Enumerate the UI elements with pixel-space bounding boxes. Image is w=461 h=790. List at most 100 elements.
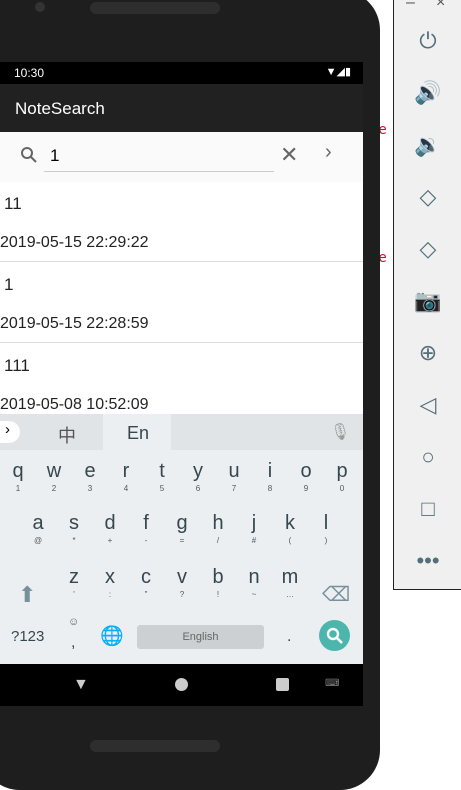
key-label: x [105, 566, 115, 588]
volume-up-icon[interactable]: 🔊 [414, 79, 442, 107]
search-bar: ✕ › [0, 132, 363, 182]
key-label: z [69, 566, 79, 588]
key-label: u [228, 460, 240, 482]
key-x[interactable]: x: [95, 566, 125, 599]
navigation-bar: ▼ ⌨ [0, 664, 363, 706]
key-label: m [281, 566, 299, 588]
home-icon[interactable]: ○ [414, 443, 442, 471]
speaker [90, 2, 220, 14]
key-o[interactable]: o9 [291, 460, 321, 493]
overview-icon[interactable] [276, 678, 289, 691]
comma-key[interactable]: , [71, 634, 75, 652]
key-hint: 1 [15, 484, 21, 493]
key-label: b [212, 566, 224, 588]
emulator-panel: – × ⏻ 🔊 🔉 ◇ ◇ 📷 ⊕ ◁ ○ □ ••• [393, 0, 461, 590]
shift-icon[interactable]: ⬆ [18, 582, 36, 608]
note-title: 111 [4, 356, 30, 375]
volume-down-icon[interactable]: 🔉 [414, 131, 442, 159]
key-label: j [251, 512, 257, 534]
key-label: t [159, 460, 165, 482]
key-a[interactable]: a @ [23, 512, 53, 545]
key-g[interactable]: g = [167, 512, 197, 545]
key-n[interactable]: n ~ [239, 566, 269, 599]
list-item[interactable]: 111 2019-05-08 10:52:09 [0, 344, 363, 424]
more-icon[interactable]: ••• [414, 547, 442, 575]
keyboard-hide-icon[interactable]: ⌨ [325, 678, 339, 689]
key-label: l [323, 512, 329, 534]
symbols-key[interactable]: ?123 [11, 628, 44, 645]
key-hint: 2 [51, 484, 57, 493]
back-icon[interactable]: ◁ [414, 391, 442, 419]
key-p[interactable]: p0 [327, 460, 357, 493]
key-i[interactable]: i8 [255, 460, 285, 493]
key-j[interactable]: j # [239, 512, 269, 545]
key-u[interactable]: u7 [219, 460, 249, 493]
globe-icon[interactable]: 🌐 [100, 624, 124, 648]
close-button[interactable]: × [436, 0, 445, 12]
key-label: v [177, 566, 187, 588]
suggestion-strip: › 中 En 🎙 [0, 414, 363, 450]
home-icon[interactable] [175, 678, 188, 691]
list-item[interactable]: 1 2019-05-15 22:28:59 [0, 263, 363, 343]
key-w[interactable]: w2 [39, 460, 69, 493]
overview-icon[interactable]: □ [414, 495, 442, 523]
key-m[interactable]: m… [275, 566, 305, 599]
key-t[interactable]: t5 [147, 460, 177, 493]
search-input[interactable] [44, 140, 274, 172]
key-v[interactable]: v? [167, 566, 197, 599]
key-e[interactable]: e3 [75, 460, 105, 493]
key-z[interactable]: z ' [59, 566, 89, 599]
keyboard: › 中 En 🎙 ⬆ ⌫ ?123 ☺ , 🌐 English . q1w2e3… [0, 414, 363, 664]
minimize-button[interactable]: – [406, 0, 415, 12]
key-q[interactable]: q1 [3, 460, 33, 493]
key-s[interactable]: s * [59, 512, 89, 545]
rotate-right-icon[interactable]: ◇ [414, 235, 442, 263]
zoom-icon[interactable]: ⊕ [414, 339, 442, 367]
note-date: 2019-05-15 22:28:59 [0, 315, 149, 332]
chinese-language-key[interactable]: 中 [58, 422, 76, 448]
emoji-icon[interactable]: ☺ [68, 616, 79, 628]
key-hint: 4 [123, 484, 129, 493]
status-bar: 10:30 ▼◢▮ [0, 62, 363, 84]
note-title: 1 [4, 275, 14, 294]
key-hint: # [251, 536, 257, 545]
key-hint: ! [216, 590, 220, 599]
submit-chevron-icon[interactable]: › [325, 141, 332, 164]
key-hint: ? [179, 590, 185, 599]
period-key[interactable]: . [287, 628, 291, 646]
camera-icon[interactable]: 📷 [414, 287, 442, 315]
key-label: d [104, 512, 116, 534]
clear-icon[interactable]: ✕ [280, 142, 298, 168]
key-h[interactable]: h / [203, 512, 233, 545]
key-k[interactable]: k( [275, 512, 305, 545]
key-hint: ' [73, 590, 75, 599]
space-key[interactable]: English [137, 625, 264, 649]
key-hint: / [216, 536, 220, 545]
list-item[interactable]: 11 2019-05-15 22:29:22 [0, 182, 363, 262]
key-b[interactable]: b! [203, 566, 233, 599]
key-label: i [267, 460, 273, 482]
key-l[interactable]: l) [311, 512, 341, 545]
key-f[interactable]: f- [131, 512, 161, 545]
backspace-icon[interactable]: ⌫ [322, 582, 350, 607]
english-language-key[interactable]: En [103, 414, 171, 450]
key-r[interactable]: r4 [111, 460, 141, 493]
power-icon[interactable]: ⏻ [414, 27, 442, 55]
key-label: o [300, 460, 312, 482]
search-icon [21, 147, 37, 163]
key-d[interactable]: d + [95, 512, 125, 545]
key-hint: = [179, 536, 185, 545]
microphone-icon[interactable]: 🎙 [330, 422, 350, 442]
back-icon[interactable]: ▼ [73, 676, 89, 694]
key-label: w [46, 460, 62, 482]
key-c[interactable]: c " [131, 566, 161, 599]
search-action-key[interactable] [319, 620, 350, 651]
key-hint: … [286, 590, 294, 599]
note-date: 2019-05-08 10:52:09 [0, 396, 149, 413]
camera [35, 2, 45, 12]
device-screen: 10:30 ▼◢▮ NoteSearch ✕ › 112019-05-15 22… [0, 62, 363, 706]
rotate-left-icon[interactable]: ◇ [414, 183, 442, 211]
expand-chevron-icon[interactable]: › [0, 421, 20, 443]
key-hint: : [108, 590, 112, 599]
key-y[interactable]: y6 [183, 460, 213, 493]
